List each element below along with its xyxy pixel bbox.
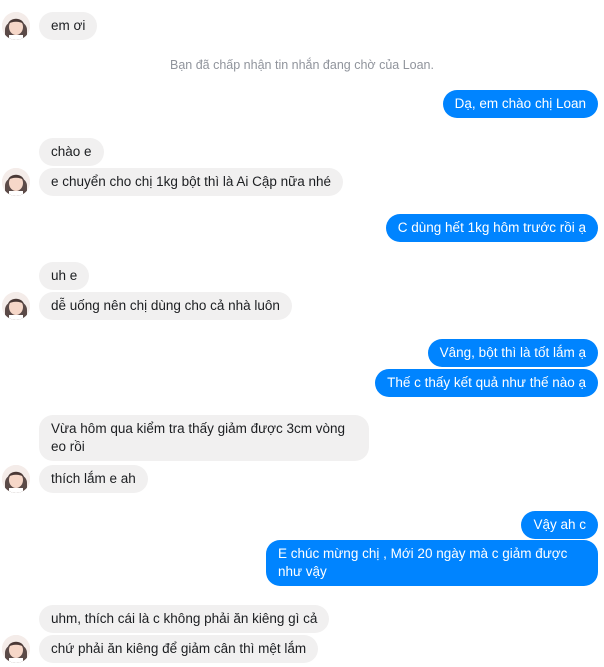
profile-photo-icon [2, 292, 30, 320]
system-notice: Bạn đã chấp nhận tin nhắn đang chờ của L… [170, 58, 434, 72]
message-outgoing[interactable]: C dùng hết 1kg hôm trước rồi ạ [385, 214, 598, 242]
message-outgoing[interactable]: Vậy ah c [521, 511, 598, 539]
message-incoming[interactable]: chứ phải ăn kiêng để giảm cân thì mệt lắ… [39, 635, 319, 663]
contact-avatar[interactable] [2, 465, 30, 493]
message-outgoing[interactable]: Vâng, bột thì là tốt lắm ạ [427, 339, 598, 367]
contact-avatar[interactable] [2, 168, 30, 196]
message-incoming[interactable]: thích lắm e ah [39, 465, 148, 493]
message-incoming[interactable]: em ơi [39, 12, 98, 40]
message-incoming[interactable]: Vừa hôm qua kiểm tra thấy giảm được 3cm … [39, 415, 369, 461]
profile-photo-icon [2, 635, 30, 663]
message-incoming[interactable]: dễ uống nên chị dùng cho cả nhà luôn [39, 292, 292, 320]
profile-photo-icon [2, 465, 30, 493]
contact-avatar[interactable] [2, 635, 30, 663]
profile-photo-icon [2, 12, 30, 40]
contact-avatar[interactable] [2, 12, 30, 40]
message-incoming[interactable]: uhm, thích cái là c không phải ăn kiêng … [39, 605, 330, 633]
message-incoming[interactable]: uh e [39, 262, 90, 290]
message-outgoing[interactable]: E chúc mừng chị , Mới 20 ngày mà c giảm … [266, 540, 598, 586]
message-incoming[interactable]: chào e [39, 138, 104, 166]
message-outgoing[interactable]: Thế c thấy kết quả như thế nào ạ [375, 369, 598, 397]
message-outgoing[interactable]: Dạ, em chào chị Loan [442, 90, 598, 118]
contact-avatar[interactable] [2, 292, 30, 320]
message-incoming[interactable]: e chuyển cho chị 1kg bột thì là Ai Cập n… [39, 168, 343, 196]
profile-photo-icon [2, 168, 30, 196]
